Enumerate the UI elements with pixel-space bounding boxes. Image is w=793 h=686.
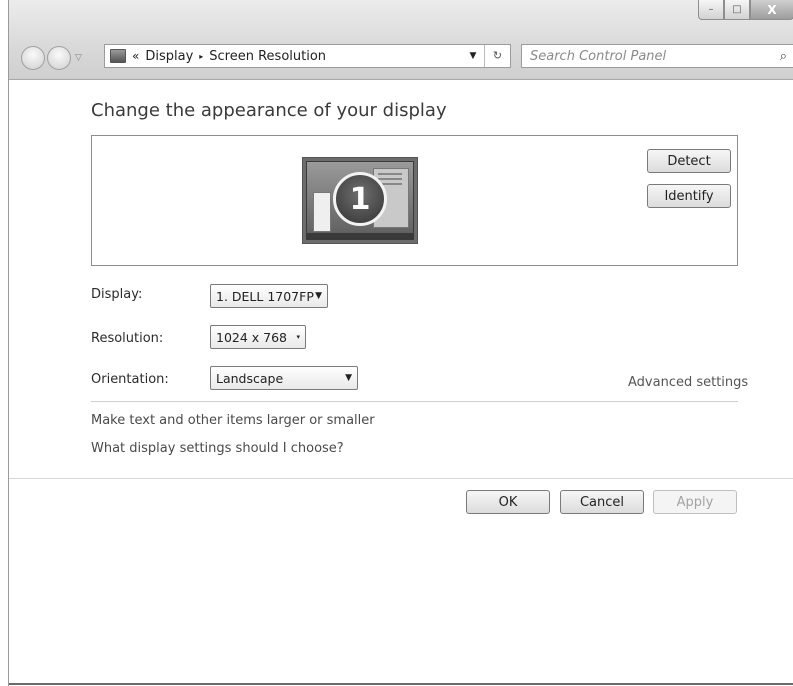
ok-button[interactable]: OK <box>466 490 550 514</box>
search-placeholder: Search Control Panel <box>530 48 667 64</box>
orientation-value: Landscape <box>216 370 284 386</box>
orientation-label: Orientation: <box>91 372 169 387</box>
page-title: Change the appearance of your display <box>91 100 447 121</box>
display-value: 1. DELL 1707FP <box>216 288 314 304</box>
monitor-1-thumbnail[interactable]: 1 <box>302 157 418 244</box>
breadcrumb-display[interactable]: Display <box>145 49 193 64</box>
chevron-down-icon: ▾ <box>296 333 300 341</box>
orientation-select[interactable]: Landscape ▼ <box>210 366 358 390</box>
breadcrumb-overflow[interactable]: « <box>132 49 139 63</box>
section-divider <box>91 401 738 402</box>
identify-button[interactable]: Identify <box>647 184 731 208</box>
taskbar-thumbnail <box>307 233 413 239</box>
window-chrome: – □ X ▽ « Display ▸ Screen Resolution ▼ … <box>9 0 793 80</box>
footer-divider <box>9 478 793 479</box>
chevron-down-icon: ▼ <box>315 291 322 301</box>
back-button[interactable] <box>21 46 45 70</box>
window-bottom-border <box>9 683 793 685</box>
screen-resolution-window: – □ X ▽ « Display ▸ Screen Resolution ▼ … <box>8 0 793 686</box>
forward-button[interactable] <box>47 46 71 70</box>
display-label: Display: <box>91 287 143 302</box>
address-actions: ▼ ↻ <box>462 45 510 67</box>
advanced-settings-link[interactable]: Advanced settings <box>628 375 748 390</box>
text-size-link[interactable]: Make text and other items larger or smal… <box>91 413 375 428</box>
resolution-value: 1024 x 768 <box>216 329 288 345</box>
recent-pages-dropdown-icon[interactable]: ▽ <box>75 53 82 63</box>
navigation-buttons: ▽ <box>21 46 82 70</box>
refresh-icon[interactable]: ↻ <box>484 45 510 67</box>
window-thumbnail-left <box>313 192 331 232</box>
resolution-select[interactable]: 1024 x 768 ▾ <box>210 325 306 349</box>
chevron-down-icon: ▼ <box>345 373 352 383</box>
breadcrumb-screen-resolution[interactable]: Screen Resolution <box>209 49 326 64</box>
close-button[interactable]: X <box>750 0 793 20</box>
search-input[interactable]: Search Control Panel ⌕ <box>521 44 793 68</box>
display-select[interactable]: 1. DELL 1707FP ▼ <box>210 284 328 308</box>
cancel-button[interactable]: Cancel <box>560 490 644 514</box>
search-icon[interactable]: ⌕ <box>780 49 787 64</box>
apply-button[interactable]: Apply <box>653 490 737 514</box>
breadcrumb-separator-icon[interactable]: ▸ <box>199 52 203 61</box>
display-preview-panel: 1 Detect Identify <box>91 135 738 266</box>
address-dropdown-icon[interactable]: ▼ <box>462 51 484 61</box>
detect-button[interactable]: Detect <box>647 149 731 173</box>
control-panel-icon <box>110 49 126 63</box>
maximize-button[interactable]: □ <box>724 0 750 20</box>
resolution-label: Resolution: <box>91 331 164 346</box>
display-help-link[interactable]: What display settings should I choose? <box>91 441 344 456</box>
monitor-number-badge: 1 <box>333 172 387 226</box>
window-controls: – □ X <box>698 0 793 22</box>
monitor-screen: 1 <box>306 161 414 240</box>
minimize-button[interactable]: – <box>698 0 724 20</box>
address-bar[interactable]: « Display ▸ Screen Resolution ▼ ↻ <box>104 44 511 68</box>
